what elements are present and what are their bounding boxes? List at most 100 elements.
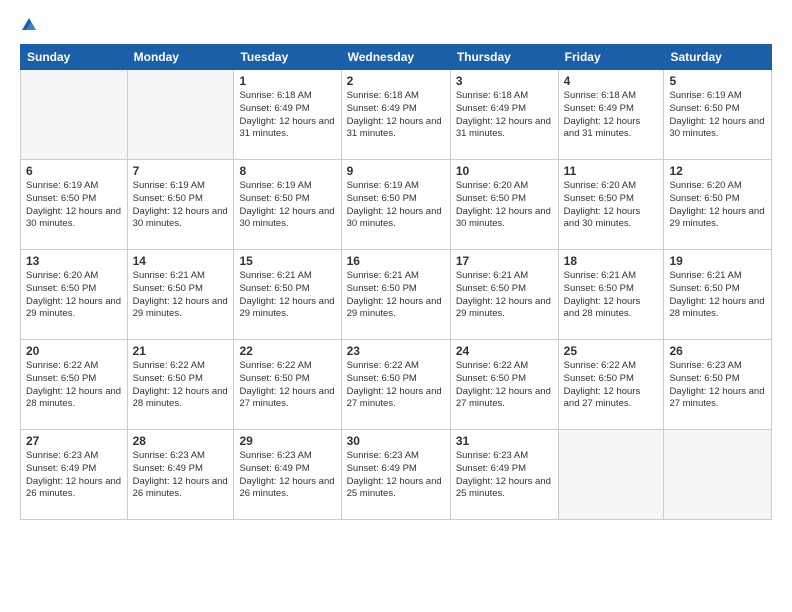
weekday-header-tuesday: Tuesday <box>234 45 341 70</box>
calendar-cell: 5 Sunrise: 6:19 AM Sunset: 6:50 PM Daylig… <box>664 70 772 160</box>
day-info: Sunrise: 6:23 AM Sunset: 6:50 PM Dayligh… <box>669 360 766 411</box>
calendar-cell: 14 Sunrise: 6:21 AM Sunset: 6:50 PM Dayli… <box>127 250 234 340</box>
day-number: 14 <box>133 254 229 268</box>
day-number: 7 <box>133 164 229 178</box>
calendar-cell: 31 Sunrise: 6:23 AM Sunset: 6:49 PM Dayli… <box>450 430 558 520</box>
day-number: 9 <box>347 164 445 178</box>
day-number: 22 <box>239 344 335 358</box>
day-number: 29 <box>239 434 335 448</box>
day-number: 21 <box>133 344 229 358</box>
weekday-header-thursday: Thursday <box>450 45 558 70</box>
calendar-cell <box>21 70 128 160</box>
weekday-header-friday: Friday <box>558 45 664 70</box>
day-number: 31 <box>456 434 553 448</box>
weekday-header-wednesday: Wednesday <box>341 45 450 70</box>
day-info: Sunrise: 6:22 AM Sunset: 6:50 PM Dayligh… <box>456 360 553 411</box>
day-info: Sunrise: 6:22 AM Sunset: 6:50 PM Dayligh… <box>133 360 229 411</box>
day-number: 15 <box>239 254 335 268</box>
calendar-cell: 3 Sunrise: 6:18 AM Sunset: 6:49 PM Daylig… <box>450 70 558 160</box>
day-info: Sunrise: 6:18 AM Sunset: 6:49 PM Dayligh… <box>456 90 553 141</box>
logo-icon <box>20 16 38 34</box>
day-info: Sunrise: 6:21 AM Sunset: 6:50 PM Dayligh… <box>456 270 553 321</box>
weekday-header-saturday: Saturday <box>664 45 772 70</box>
calendar-cell <box>558 430 664 520</box>
day-number: 8 <box>239 164 335 178</box>
calendar-cell: 21 Sunrise: 6:22 AM Sunset: 6:50 PM Dayli… <box>127 340 234 430</box>
day-number: 28 <box>133 434 229 448</box>
calendar-cell: 1Sunrise: 6:18 AM Sunset: 6:49 PM Daylig… <box>234 70 341 160</box>
day-number: 17 <box>456 254 553 268</box>
day-info: Sunrise: 6:20 AM Sunset: 6:50 PM Dayligh… <box>26 270 122 321</box>
day-info: Sunrise: 6:23 AM Sunset: 6:49 PM Dayligh… <box>456 450 553 501</box>
day-info: Sunrise: 6:18 AM Sunset: 6:49 PM Dayligh… <box>347 90 445 141</box>
day-info: Sunrise: 6:18 AM Sunset: 6:49 PM Dayligh… <box>239 90 335 141</box>
calendar-cell <box>127 70 234 160</box>
day-info: Sunrise: 6:21 AM Sunset: 6:50 PM Dayligh… <box>564 270 659 321</box>
day-number: 23 <box>347 344 445 358</box>
day-number: 25 <box>564 344 659 358</box>
calendar-cell: 17 Sunrise: 6:21 AM Sunset: 6:50 PM Dayli… <box>450 250 558 340</box>
day-number: 19 <box>669 254 766 268</box>
calendar-cell: 7 Sunrise: 6:19 AM Sunset: 6:50 PM Daylig… <box>127 160 234 250</box>
day-info: Sunrise: 6:23 AM Sunset: 6:49 PM Dayligh… <box>133 450 229 501</box>
day-info: Sunrise: 6:19 AM Sunset: 6:50 PM Dayligh… <box>347 180 445 231</box>
calendar-cell: 9 Sunrise: 6:19 AM Sunset: 6:50 PM Daylig… <box>341 160 450 250</box>
calendar-cell: 26 Sunrise: 6:23 AM Sunset: 6:50 PM Dayli… <box>664 340 772 430</box>
day-info: Sunrise: 6:19 AM Sunset: 6:50 PM Dayligh… <box>133 180 229 231</box>
day-number: 4 <box>564 74 659 88</box>
calendar-cell: 16 Sunrise: 6:21 AM Sunset: 6:50 PM Dayli… <box>341 250 450 340</box>
day-info: Sunrise: 6:18 AM Sunset: 6:49 PM Dayligh… <box>564 90 659 141</box>
day-info: Sunrise: 6:20 AM Sunset: 6:50 PM Dayligh… <box>669 180 766 231</box>
weekday-header-sunday: Sunday <box>21 45 128 70</box>
day-number: 5 <box>669 74 766 88</box>
day-number: 13 <box>26 254 122 268</box>
day-info: Sunrise: 6:23 AM Sunset: 6:49 PM Dayligh… <box>347 450 445 501</box>
day-info: Sunrise: 6:23 AM Sunset: 6:49 PM Dayligh… <box>26 450 122 501</box>
page-header <box>20 16 772 34</box>
day-number: 10 <box>456 164 553 178</box>
day-number: 6 <box>26 164 122 178</box>
day-info: Sunrise: 6:20 AM Sunset: 6:50 PM Dayligh… <box>564 180 659 231</box>
calendar-cell: 6 Sunrise: 6:19 AM Sunset: 6:50 PM Daylig… <box>21 160 128 250</box>
calendar-table: SundayMondayTuesdayWednesdayThursdayFrid… <box>20 44 772 520</box>
day-info: Sunrise: 6:21 AM Sunset: 6:50 PM Dayligh… <box>347 270 445 321</box>
day-info: Sunrise: 6:23 AM Sunset: 6:49 PM Dayligh… <box>239 450 335 501</box>
calendar-cell: 22 Sunrise: 6:22 AM Sunset: 6:50 PM Dayli… <box>234 340 341 430</box>
day-number: 27 <box>26 434 122 448</box>
calendar-cell: 8Sunrise: 6:19 AM Sunset: 6:50 PM Daylig… <box>234 160 341 250</box>
day-number: 30 <box>347 434 445 448</box>
calendar-cell: 30 Sunrise: 6:23 AM Sunset: 6:49 PM Dayli… <box>341 430 450 520</box>
day-number: 16 <box>347 254 445 268</box>
calendar-cell: 27 Sunrise: 6:23 AM Sunset: 6:49 PM Dayli… <box>21 430 128 520</box>
logo <box>20 16 40 34</box>
day-number: 18 <box>564 254 659 268</box>
day-info: Sunrise: 6:19 AM Sunset: 6:50 PM Dayligh… <box>669 90 766 141</box>
calendar-cell: 4 Sunrise: 6:18 AM Sunset: 6:49 PM Daylig… <box>558 70 664 160</box>
day-info: Sunrise: 6:21 AM Sunset: 6:50 PM Dayligh… <box>133 270 229 321</box>
day-number: 12 <box>669 164 766 178</box>
day-number: 3 <box>456 74 553 88</box>
day-info: Sunrise: 6:22 AM Sunset: 6:50 PM Dayligh… <box>26 360 122 411</box>
calendar-cell <box>664 430 772 520</box>
calendar-cell: 12 Sunrise: 6:20 AM Sunset: 6:50 PM Dayli… <box>664 160 772 250</box>
day-info: Sunrise: 6:22 AM Sunset: 6:50 PM Dayligh… <box>347 360 445 411</box>
calendar-cell: 25Sunrise: 6:22 AM Sunset: 6:50 PM Dayli… <box>558 340 664 430</box>
calendar-cell: 19 Sunrise: 6:21 AM Sunset: 6:50 PM Dayli… <box>664 250 772 340</box>
calendar-cell: 24Sunrise: 6:22 AM Sunset: 6:50 PM Dayli… <box>450 340 558 430</box>
day-info: Sunrise: 6:19 AM Sunset: 6:50 PM Dayligh… <box>26 180 122 231</box>
day-info: Sunrise: 6:21 AM Sunset: 6:50 PM Dayligh… <box>669 270 766 321</box>
calendar-cell: 28 Sunrise: 6:23 AM Sunset: 6:49 PM Dayli… <box>127 430 234 520</box>
day-info: Sunrise: 6:21 AM Sunset: 6:50 PM Dayligh… <box>239 270 335 321</box>
day-number: 26 <box>669 344 766 358</box>
calendar-cell: 10 Sunrise: 6:20 AM Sunset: 6:50 PM Dayli… <box>450 160 558 250</box>
day-info: Sunrise: 6:20 AM Sunset: 6:50 PM Dayligh… <box>456 180 553 231</box>
day-number: 2 <box>347 74 445 88</box>
calendar-cell: 2 Sunrise: 6:18 AM Sunset: 6:49 PM Daylig… <box>341 70 450 160</box>
calendar-cell: 13 Sunrise: 6:20 AM Sunset: 6:50 PM Dayli… <box>21 250 128 340</box>
day-number: 11 <box>564 164 659 178</box>
weekday-header-monday: Monday <box>127 45 234 70</box>
calendar-cell: 29 Sunrise: 6:23 AM Sunset: 6:49 PM Dayli… <box>234 430 341 520</box>
day-info: Sunrise: 6:22 AM Sunset: 6:50 PM Dayligh… <box>239 360 335 411</box>
calendar-cell: 15 Sunrise: 6:21 AM Sunset: 6:50 PM Dayli… <box>234 250 341 340</box>
day-number: 20 <box>26 344 122 358</box>
